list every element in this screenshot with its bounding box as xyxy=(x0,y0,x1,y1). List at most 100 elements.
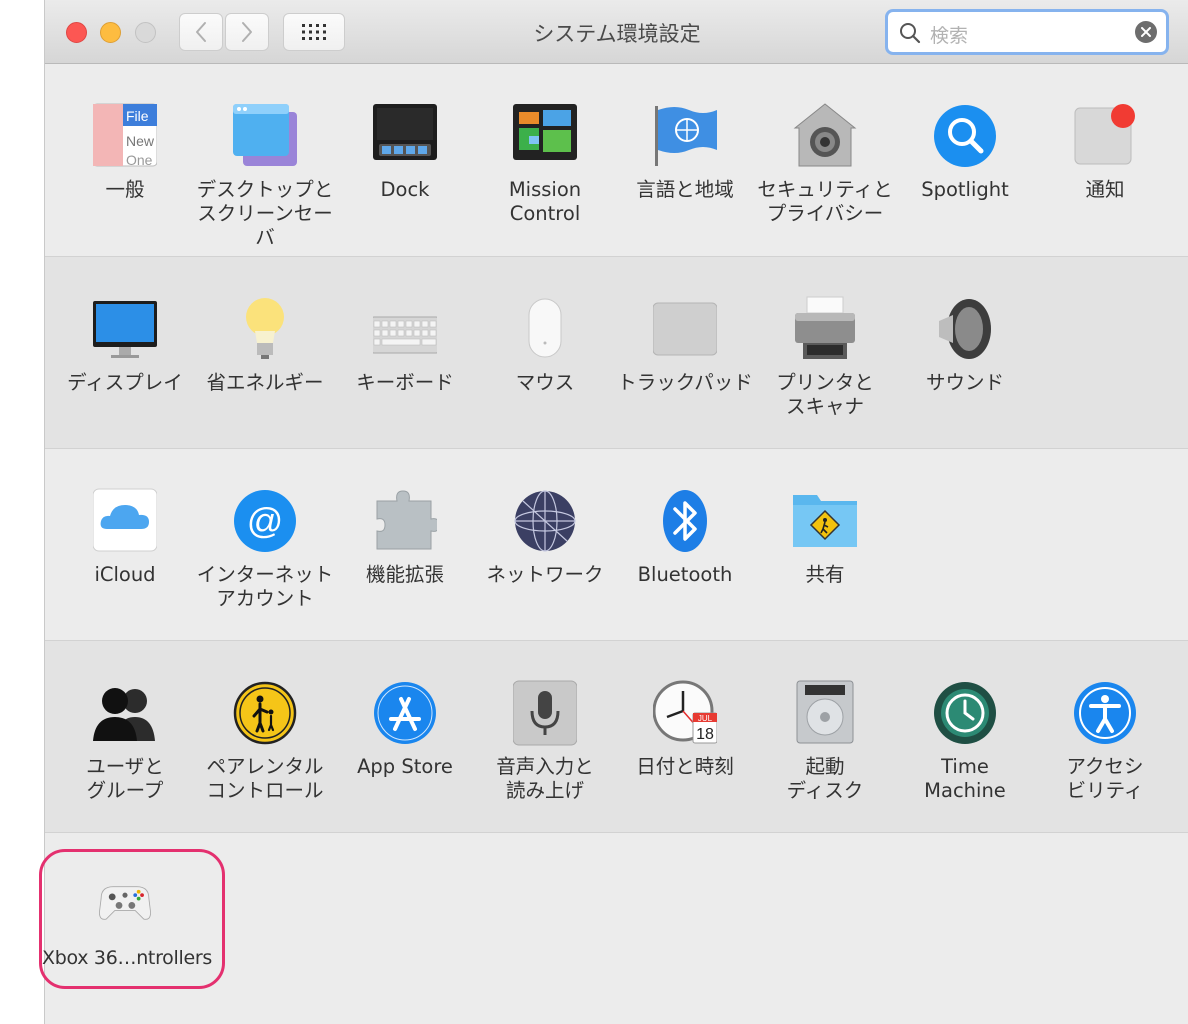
pref-label: 言語と地域 xyxy=(636,178,734,201)
notifications-icon xyxy=(1074,104,1135,165)
window-title: システム環境設定 xyxy=(533,22,701,46)
show-all-button[interactable] xyxy=(283,13,345,51)
energy-saver-icon xyxy=(246,298,284,359)
close-window-button[interactable] xyxy=(66,22,87,43)
titlebar: システム環境設定 検索 xyxy=(45,0,1188,64)
pref-display[interactable]: ディスプレイ xyxy=(55,257,195,447)
pref-users-groups[interactable]: ユーザと グループ xyxy=(55,641,195,831)
pref-accessibility[interactable]: アクセシ ビリティ xyxy=(1035,641,1175,831)
extensions-icon xyxy=(376,490,437,550)
parental-controls-icon xyxy=(233,681,297,745)
pref-label: セキュリティと プライバシー xyxy=(757,178,893,225)
app-store-icon xyxy=(374,682,436,744)
pref-label: Bluetooth xyxy=(637,563,733,586)
pref-label: Xbox 36…ntrollers xyxy=(42,947,212,969)
pref-label: Spotlight xyxy=(921,178,1009,201)
pref-label: ユーザと グループ xyxy=(86,755,164,802)
security-privacy-icon xyxy=(793,103,857,167)
pref-label: Dock xyxy=(380,178,430,201)
mouse-icon xyxy=(528,298,562,358)
pref-language-region[interactable]: 言語と地域 xyxy=(615,64,755,254)
pref-row-other: Xbox 36…ntrollers xyxy=(39,833,1188,1024)
pref-sound[interactable]: サウンド xyxy=(895,257,1035,447)
pref-mouse[interactable]: マウス xyxy=(475,257,615,447)
sound-icon xyxy=(939,299,991,359)
search-icon xyxy=(900,23,921,44)
general-icon-one: One xyxy=(126,152,153,168)
pref-mission-control[interactable]: Mission Control xyxy=(475,64,615,254)
pref-extensions[interactable]: 機能拡張 xyxy=(335,449,475,639)
time-machine-icon xyxy=(934,682,996,744)
pref-dock[interactable]: Dock xyxy=(335,64,475,254)
pref-label: サウンド xyxy=(925,371,1004,394)
pref-startup-disk[interactable]: 起動 ディスク xyxy=(755,641,895,831)
pref-sharing[interactable]: 共有 xyxy=(755,449,895,639)
date-time-icon: JUL 18 xyxy=(653,680,717,744)
pref-row-system: ユーザと グループ ペアレンタル コントロール App Store 音声入力と … xyxy=(45,641,1188,833)
pref-time-machine[interactable]: Time Machine xyxy=(895,641,1035,831)
keyboard-icon xyxy=(373,316,437,354)
pref-label: Mission Control xyxy=(508,178,582,225)
system-preferences-window: システム環境設定 検索 File New One 一般 デスクトップと スクリー… xyxy=(39,0,1188,1024)
grid-icon xyxy=(302,24,326,40)
pref-energy-saver[interactable]: 省エネルギー xyxy=(195,257,335,447)
minimize-window-button[interactable] xyxy=(100,22,121,43)
pref-label: マウス xyxy=(515,371,575,394)
pref-security-privacy[interactable]: セキュリティと プライバシー xyxy=(755,64,895,254)
pref-notifications[interactable]: 通知 xyxy=(1035,64,1175,254)
pref-label: ペアレンタル コントロール xyxy=(206,755,324,802)
back-button[interactable] xyxy=(179,13,223,51)
pref-label: トラックパッド xyxy=(617,371,753,394)
general-icon-file: File xyxy=(126,108,149,124)
pref-date-time[interactable]: JUL 18 日付と時刻 xyxy=(615,641,755,831)
pref-trackpad[interactable]: トラックパッド xyxy=(615,257,755,447)
zoom-window-button[interactable] xyxy=(135,22,156,43)
search-field[interactable]: 検索 xyxy=(885,9,1169,55)
pref-general[interactable]: File New One 一般 xyxy=(55,64,195,254)
general-icon-new: New xyxy=(126,133,155,149)
pref-label: インターネット アカウント xyxy=(196,563,334,610)
pref-label: 日付と時刻 xyxy=(636,755,734,778)
pref-label: 起動 ディスク xyxy=(786,755,864,802)
pref-desktop-screensaver[interactable]: デスクトップと スクリーンセーバ xyxy=(195,64,335,254)
pref-row-personal: File New One 一般 デスクトップと スクリーンセーバ Dock Mi… xyxy=(45,64,1188,257)
trackpad-icon xyxy=(653,302,717,356)
pref-label: キーボード xyxy=(356,371,454,394)
chevron-right-icon xyxy=(242,22,252,42)
users-groups-icon xyxy=(93,688,155,741)
pref-label: 共有 xyxy=(805,563,845,586)
bluetooth-icon xyxy=(663,490,707,552)
pref-label: ネットワーク xyxy=(486,563,604,586)
pref-label: iCloud xyxy=(94,563,156,586)
pref-label: プリンタと スキャナ xyxy=(776,371,874,418)
pref-printer-scanner[interactable]: プリンタと スキャナ xyxy=(755,257,895,447)
pref-internet-accounts[interactable]: @ インターネット アカウント xyxy=(195,449,335,639)
general-icon: File New One xyxy=(93,103,157,168)
pref-parental-controls[interactable]: ペアレンタル コントロール xyxy=(195,641,335,831)
clear-search-button[interactable] xyxy=(1135,21,1157,43)
pref-label: デスクトップと スクリーンセーバ xyxy=(196,178,334,249)
display-icon xyxy=(93,301,157,358)
search-placeholder: 検索 xyxy=(930,25,969,47)
pref-spotlight[interactable]: Spotlight xyxy=(895,64,1035,254)
pref-label: 一般 xyxy=(105,178,145,201)
close-icon xyxy=(1141,27,1151,37)
pref-icloud[interactable]: iCloud xyxy=(55,449,195,639)
pref-app-store[interactable]: App Store xyxy=(335,641,475,831)
date-time-icon-month: JUL xyxy=(698,714,713,723)
pref-xbox-controllers[interactable]: Xbox 36…ntrollers xyxy=(39,833,225,1023)
startup-disk-icon xyxy=(796,680,854,744)
pref-dictation-speech[interactable]: 音声入力と 読み上げ xyxy=(475,641,615,831)
pref-row-hardware: ディスプレイ 省エネルギー キーボード マウス トラックパッド プリンタと スキ… xyxy=(45,257,1188,449)
pref-bluetooth[interactable]: Bluetooth xyxy=(615,449,755,639)
pref-network[interactable]: ネットワーク xyxy=(475,449,615,639)
pref-label: Time Machine xyxy=(924,755,1006,802)
accessibility-icon xyxy=(1074,682,1136,744)
network-icon xyxy=(514,490,576,552)
pref-label: アクセシ ビリティ xyxy=(1066,755,1144,802)
pref-label: 音声入力と 読み上げ xyxy=(496,755,594,802)
forward-button[interactable] xyxy=(225,13,269,51)
xbox-controller-icon xyxy=(98,886,152,920)
pref-keyboard[interactable]: キーボード xyxy=(335,257,475,447)
date-time-icon-day: 18 xyxy=(696,726,714,743)
